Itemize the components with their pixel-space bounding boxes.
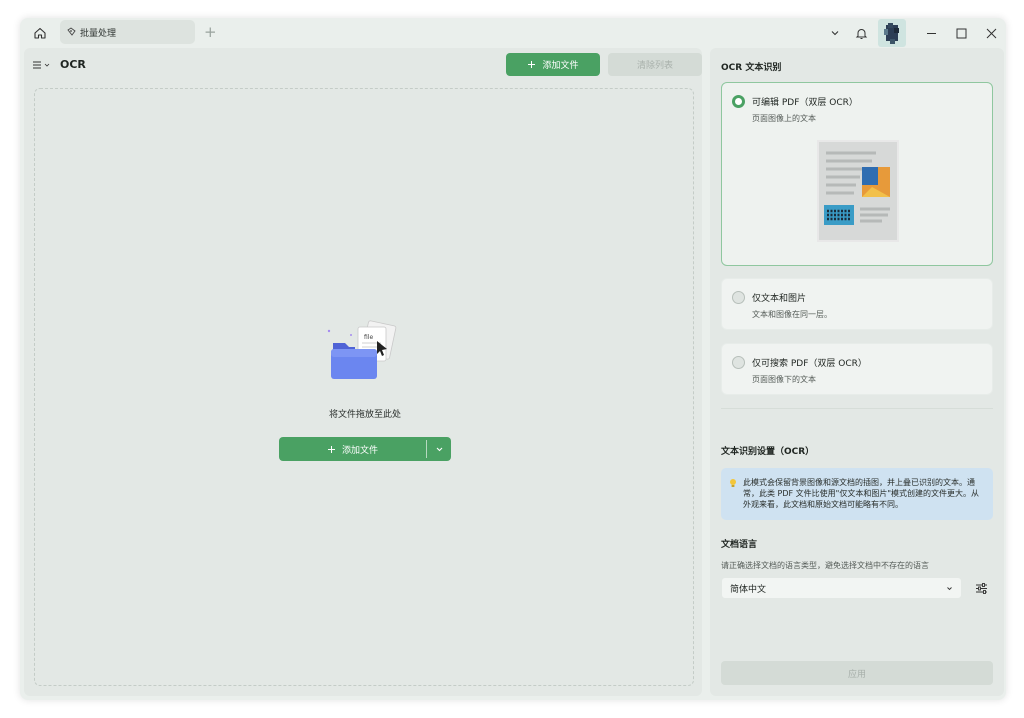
- maximize-icon: [956, 28, 966, 38]
- option-subtitle: 文本和图像在同一层。: [752, 310, 832, 319]
- chevron-down-icon: [831, 31, 839, 36]
- info-note: 此模式会保留背景图像和源文档的插图，并上叠已识别的文本。通常，此类 PDF 文件…: [721, 468, 993, 520]
- document-preview-icon: [817, 140, 899, 242]
- title-bar: 批量处理 +: [20, 18, 1006, 48]
- titlebar-controls: [822, 18, 1006, 48]
- language-value: 简体中文: [730, 584, 767, 595]
- illustration-file-label: file: [364, 334, 373, 341]
- radio-searchable-pdf[interactable]: [732, 356, 745, 369]
- option-subtitle: 页面图像下的文本: [752, 375, 816, 384]
- clear-list-label: 清除列表: [636, 61, 673, 71]
- ocr-heading: OCR 文本识别: [721, 63, 782, 73]
- chevron-down-icon: [947, 586, 952, 590]
- radio-text-and-images[interactable]: [732, 291, 745, 304]
- panel-header: OCR: [32, 58, 86, 71]
- section-divider: [721, 408, 993, 409]
- avatar-image-icon: [884, 23, 899, 44]
- option-title: 仅可搜索 PDF（双层 OCR）: [752, 359, 867, 369]
- lightbulb-icon: [730, 479, 736, 487]
- ocr-settings-panel: OCR 文本识别 可编辑 PDF（双层 OCR） 页面图像上的文本 仅文本和图片…: [710, 48, 1004, 696]
- option-title: 可编辑 PDF（双层 OCR）: [752, 98, 858, 108]
- home-button[interactable]: [30, 23, 50, 43]
- menu-button[interactable]: [32, 60, 50, 70]
- file-list-panel: OCR 添加文件 清除列表 file 将文件拖放至此处 添加文件: [24, 48, 702, 696]
- chevron-down-icon: [44, 63, 50, 67]
- tab-label: 批量处理: [80, 28, 117, 39]
- language-settings-button[interactable]: [972, 579, 990, 597]
- option-title: 仅文本和图片: [752, 294, 807, 304]
- option-editable-pdf[interactable]: 可编辑 PDF（双层 OCR） 页面图像上的文本: [721, 82, 993, 266]
- sliders-icon: [975, 582, 987, 594]
- language-heading: 文档语言: [721, 540, 758, 550]
- close-button[interactable]: [976, 18, 1006, 48]
- page-title: OCR: [60, 58, 86, 71]
- option-subtitle: 页面图像上的文本: [752, 114, 816, 123]
- option-searchable-pdf[interactable]: 仅可搜索 PDF（双层 OCR） 页面图像下的文本: [721, 343, 993, 395]
- clear-list-button[interactable]: 清除列表: [608, 53, 702, 76]
- apply-label: 应用: [847, 669, 866, 680]
- plus-icon: [327, 445, 335, 453]
- menu-icon: [33, 61, 41, 68]
- avatar[interactable]: [878, 19, 906, 47]
- notification-button[interactable]: [848, 20, 874, 46]
- plus-icon: [528, 61, 536, 68]
- home-icon: [34, 27, 46, 39]
- tab-batch-processing[interactable]: 批量处理: [60, 20, 195, 44]
- info-text: 此模式会保留背景图像和源文档的插图，并上叠已识别的文本。通常，此类 PDF 文件…: [743, 478, 980, 509]
- add-file-label: 添加文件: [542, 61, 579, 71]
- ocr-settings-heading: 文本识别设置（OCR）: [721, 447, 815, 457]
- drop-zone-hint: 将文件拖放至此处: [328, 410, 401, 420]
- folder-files-illustration-icon: file: [327, 320, 397, 379]
- minimize-button[interactable]: [916, 18, 946, 48]
- add-file-dropdown[interactable]: [427, 437, 451, 461]
- minimize-icon: [926, 32, 936, 34]
- batch-icon: [67, 27, 76, 36]
- drop-add-file-label: 添加文件: [341, 445, 378, 456]
- close-icon: [986, 28, 996, 38]
- radio-editable-pdf[interactable]: [732, 95, 745, 108]
- add-file-button[interactable]: 添加文件: [506, 53, 600, 76]
- language-hint: 请正确选择文档的语言类型，避免选择文档中不存在的语言: [721, 561, 929, 570]
- bell-icon: [855, 28, 867, 39]
- new-tab-button[interactable]: +: [204, 23, 217, 41]
- drop-add-file-main[interactable]: 添加文件: [279, 437, 426, 461]
- dropdown-button[interactable]: [822, 20, 848, 46]
- app-window: 批量处理 + OCR 添加文件 清除列表 file 将文件拖放至此处 添加文件 …: [20, 18, 1006, 700]
- apply-button[interactable]: 应用: [721, 661, 993, 685]
- language-select[interactable]: 简体中文: [721, 577, 962, 599]
- option-text-and-images[interactable]: 仅文本和图片 文本和图像在同一层。: [721, 278, 993, 330]
- maximize-button[interactable]: [946, 18, 976, 48]
- drop-add-file-button: 添加文件: [279, 437, 451, 461]
- chevron-down-icon: [436, 447, 442, 451]
- drop-zone[interactable]: file 将文件拖放至此处 添加文件: [34, 88, 694, 686]
